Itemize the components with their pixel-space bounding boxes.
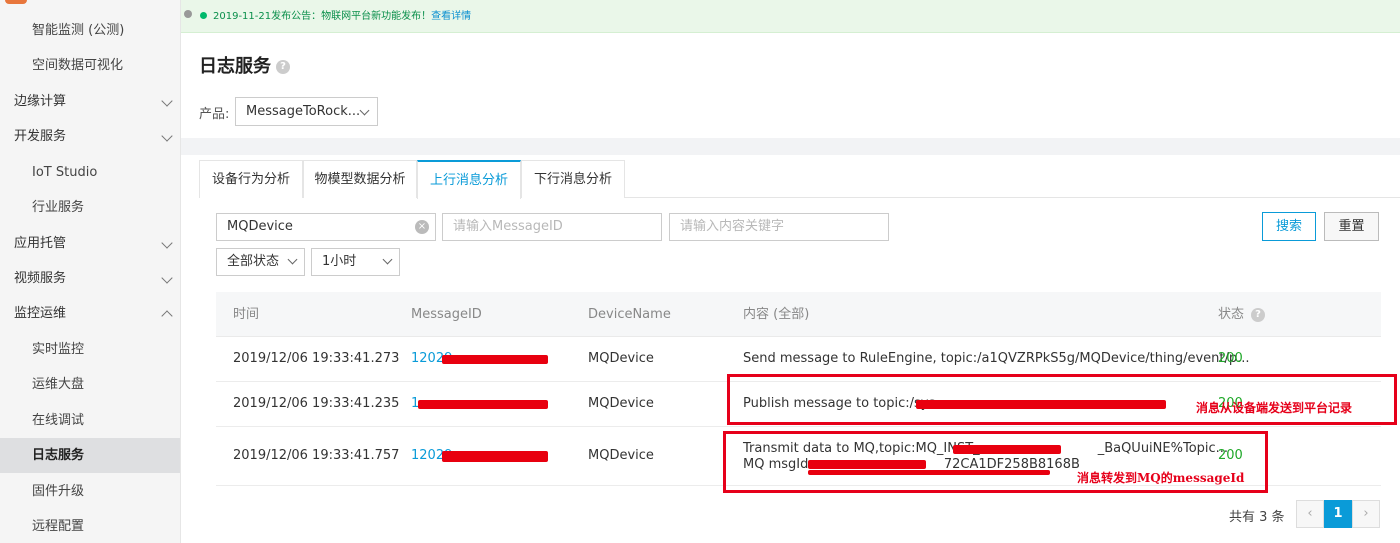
table-header: 时间 MessageID DeviceName 内容 (全部) 状态 ? bbox=[216, 292, 1381, 337]
row-status: 200 bbox=[1218, 351, 1243, 366]
sidebar-item-industry-services[interactable]: 行业服务 bbox=[0, 190, 180, 225]
chevron-down-icon bbox=[161, 237, 173, 249]
chevron-down-icon bbox=[161, 130, 173, 142]
sidebar-item-ops-dashboard[interactable]: 运维大盘 bbox=[0, 367, 180, 402]
product-select[interactable]: MessageToRock... bbox=[235, 97, 378, 126]
chevron-down-icon bbox=[287, 254, 298, 265]
pagination-prev-button[interactable]: ‹ bbox=[1296, 500, 1324, 528]
notice-message: 2019-11-21发布公告：物联网平台新功能发布！ bbox=[213, 11, 432, 22]
time-range-value: 1小时 bbox=[322, 254, 357, 269]
dot-icon bbox=[184, 10, 192, 18]
chevron-down-icon bbox=[161, 95, 173, 107]
sidebar-group-edge-computing[interactable]: 边缘计算 bbox=[0, 84, 180, 119]
sidebar-top-cutoff bbox=[0, 0, 180, 6]
chevron-down-icon bbox=[382, 254, 393, 265]
clear-icon[interactable]: × bbox=[415, 220, 429, 234]
row-time: 2019/12/06 19:33:41.757 bbox=[233, 448, 400, 463]
sidebar-logo-fragment bbox=[5, 0, 27, 4]
column-header-content: 内容 (全部) bbox=[743, 307, 810, 322]
sidebar-item-label: 实时监控 bbox=[32, 342, 85, 357]
sidebar-group-video-services[interactable]: 视频服务 bbox=[0, 261, 180, 296]
annotation-text-upstream: 消息从设备端发送到平台记录 bbox=[1196, 401, 1353, 415]
section-divider bbox=[181, 138, 1400, 155]
device-name-input[interactable]: MQDevice × bbox=[216, 213, 436, 241]
row-time: 2019/12/06 19:33:41.273 bbox=[233, 351, 400, 366]
tab-upstream-messages[interactable]: 上行消息分析 bbox=[417, 160, 521, 199]
help-icon[interactable]: ? bbox=[1251, 308, 1265, 322]
sidebar-item-smart-monitor[interactable]: 智能监测 (公测) bbox=[0, 13, 180, 48]
status-select[interactable]: 全部状态 bbox=[216, 248, 305, 276]
pagination-next-button[interactable]: › bbox=[1352, 500, 1380, 528]
column-header-device-name: DeviceName bbox=[588, 307, 671, 322]
sidebar-group-app-hosting[interactable]: 应用托管 bbox=[0, 226, 180, 261]
product-label: 产品: bbox=[199, 107, 230, 122]
sidebar-group-monitoring-ops[interactable]: 监控运维 bbox=[0, 296, 180, 331]
chevron-up-icon bbox=[161, 310, 173, 322]
redaction-mark bbox=[442, 355, 548, 364]
sidebar-item-label: 日志服务 bbox=[32, 448, 85, 463]
annotation-text-mq: 消息转发到MQ的messageId bbox=[1077, 471, 1245, 485]
sidebar-item-label: IoT Studio bbox=[32, 165, 98, 180]
main-content: 2019-11-21发布公告：物联网平台新功能发布！查看详情 日志服务 ? 产品… bbox=[181, 0, 1400, 543]
tab-device-behavior[interactable]: 设备行为分析 bbox=[199, 160, 303, 198]
notice-bar: 2019-11-21发布公告：物联网平台新功能发布！查看详情 bbox=[181, 0, 1400, 33]
sidebar-item-realtime-monitor[interactable]: 实时监控 bbox=[0, 332, 180, 367]
sidebar-item-label: 监控运维 bbox=[14, 306, 67, 321]
search-button[interactable]: 搜索 bbox=[1262, 212, 1316, 241]
notice-dot-icon bbox=[200, 12, 207, 19]
sidebar-group-dev-services[interactable]: 开发服务 bbox=[0, 119, 180, 154]
sidebar-item-label: 智能监测 (公测) bbox=[32, 23, 125, 38]
tab-thing-model-data[interactable]: 物模型数据分析 bbox=[303, 160, 417, 198]
sidebar-item-online-debug[interactable]: 在线调试 bbox=[0, 403, 180, 438]
row-content: Send message to RuleEngine, topic:/a1QVZ… bbox=[743, 351, 1250, 366]
sidebar-item-firmware-upgrade[interactable]: 固件升级 bbox=[0, 474, 180, 509]
page-title: 日志服务 bbox=[199, 56, 271, 77]
pagination-total: 共有 3 条 bbox=[1229, 510, 1285, 525]
notice-detail-link[interactable]: 查看详情 bbox=[431, 11, 471, 22]
product-select-value: MessageToRock... bbox=[246, 104, 361, 119]
column-header-time: 时间 bbox=[233, 307, 260, 322]
status-select-value: 全部状态 bbox=[227, 254, 280, 269]
sidebar-item-label: 远程配置 bbox=[32, 519, 85, 534]
sidebar-item-label: 在线调试 bbox=[32, 413, 85, 428]
message-id-input[interactable]: 请输入MessageID bbox=[442, 213, 662, 241]
row-time: 2019/12/06 19:33:41.235 bbox=[233, 396, 400, 411]
sidebar-item-label: 行业服务 bbox=[32, 200, 85, 215]
sidebar-item-remote-config[interactable]: 远程配置 bbox=[0, 509, 180, 543]
sidebar: 智能监测 (公测) 空间数据可视化 边缘计算 开发服务 IoT Studio 行… bbox=[0, 0, 181, 543]
chevron-down-icon bbox=[161, 272, 173, 284]
row-device-name: MQDevice bbox=[588, 448, 654, 463]
sidebar-item-label: 固件升级 bbox=[32, 484, 85, 499]
sidebar-item-iot-studio[interactable]: IoT Studio bbox=[0, 155, 180, 190]
sidebar-item-label: 视频服务 bbox=[14, 271, 67, 286]
column-header-message-id: MessageID bbox=[411, 307, 482, 322]
content-keyword-input[interactable]: 请输入内容关键字 bbox=[669, 213, 889, 241]
row-device-name: MQDevice bbox=[588, 396, 654, 411]
pagination-page-1[interactable]: 1 bbox=[1324, 500, 1352, 528]
chevron-down-icon bbox=[359, 105, 370, 116]
tab-downstream-messages[interactable]: 下行消息分析 bbox=[521, 160, 625, 198]
sidebar-item-label: 空间数据可视化 bbox=[32, 58, 124, 73]
reset-button[interactable]: 重置 bbox=[1324, 212, 1379, 241]
time-range-select[interactable]: 1小时 bbox=[311, 248, 400, 276]
sidebar-item-spatial-viz[interactable]: 空间数据可视化 bbox=[0, 48, 180, 83]
column-header-status: 状态 bbox=[1218, 307, 1245, 322]
sidebar-item-label: 运维大盘 bbox=[32, 377, 85, 392]
sidebar-item-label: 开发服务 bbox=[14, 129, 67, 144]
sidebar-item-log-service[interactable]: 日志服务 bbox=[0, 438, 180, 473]
sidebar-item-label: 应用托管 bbox=[14, 236, 67, 251]
device-name-value: MQDevice bbox=[227, 219, 293, 234]
help-icon[interactable]: ? bbox=[276, 60, 290, 74]
row-device-name: MQDevice bbox=[588, 351, 654, 366]
notice-text: 2019-11-21发布公告：物联网平台新功能发布！查看详情 bbox=[213, 0, 471, 33]
redaction-mark bbox=[418, 400, 548, 409]
tab-bar: 设备行为分析 物模型数据分析 上行消息分析 下行消息分析 bbox=[199, 160, 1400, 199]
sidebar-item-label: 边缘计算 bbox=[14, 94, 67, 109]
redaction-mark bbox=[442, 451, 548, 462]
